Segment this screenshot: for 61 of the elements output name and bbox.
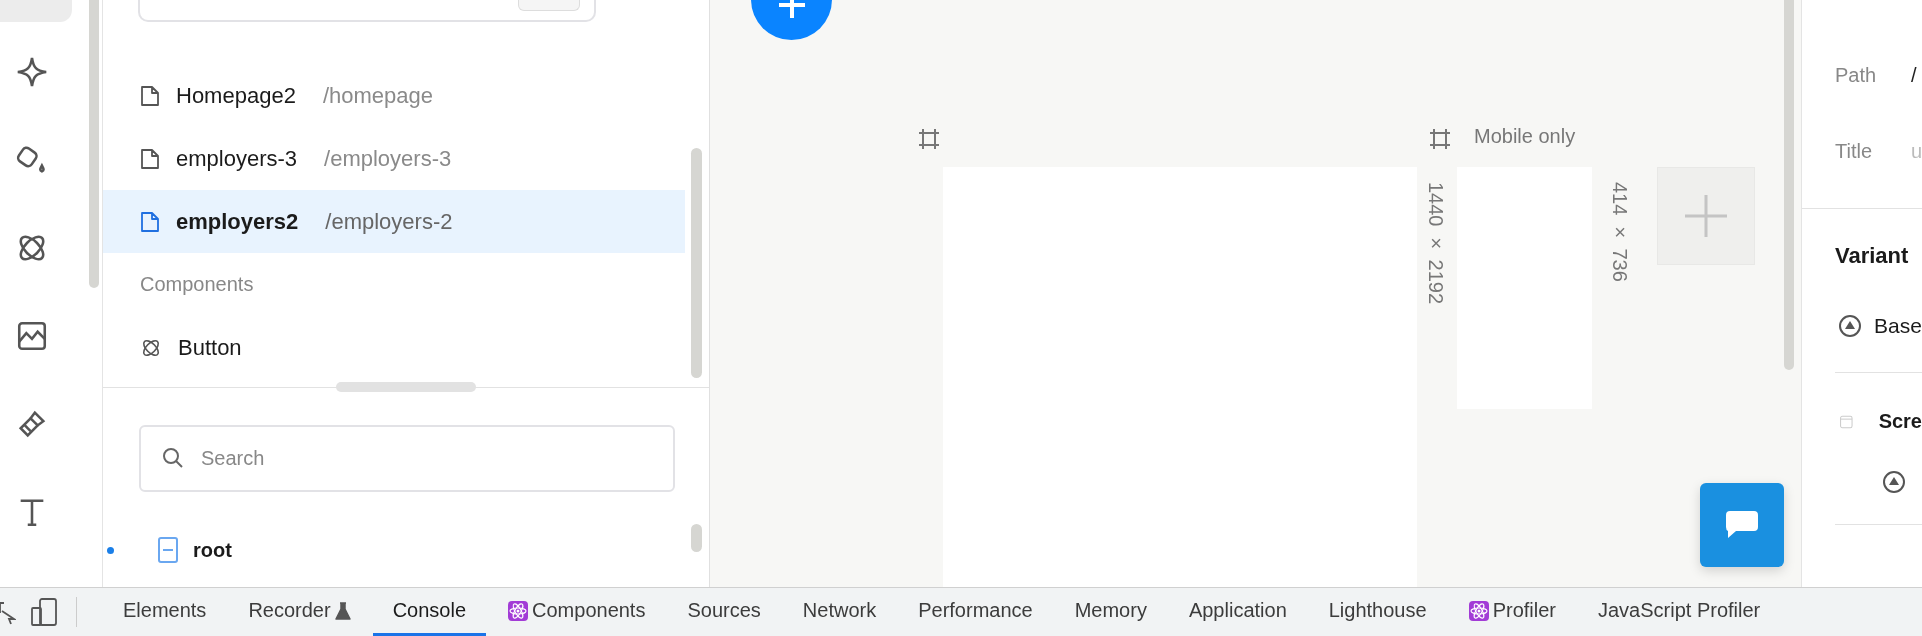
page-path: /employers-2 <box>325 208 453 235</box>
scrollbar[interactable] <box>691 148 702 378</box>
react-icon <box>1468 600 1489 621</box>
devtools-tab[interactable]: Profiler <box>1448 588 1576 636</box>
page-item[interactable]: employers2 /employers-2 <box>103 190 685 253</box>
page-icon <box>140 147 160 170</box>
devtools-tab[interactable]: Recorder <box>228 588 371 636</box>
section-heading: Variant <box>1834 243 1910 269</box>
page-path: /employers-3 <box>324 145 452 172</box>
device-icon[interactable] <box>30 597 60 627</box>
page-path: /homepage <box>322 82 433 109</box>
devtools-tab[interactable]: Network <box>782 588 897 636</box>
frame-icon[interactable] <box>1429 128 1451 150</box>
frame-label: Mobile only <box>1474 125 1576 148</box>
page-icon <box>140 210 160 233</box>
page-icon <box>140 84 160 107</box>
page-name: employers-3 <box>176 145 298 172</box>
devtools-tab[interactable]: Sources <box>667 588 781 636</box>
page-item[interactable]: Homepage2 /homepage <box>103 64 709 127</box>
devtools-tab[interactable]: Elements <box>103 588 227 636</box>
scrollbar[interactable] <box>89 0 99 288</box>
devtools-tab[interactable]: Performance <box>898 588 1053 636</box>
section-heading: Components <box>139 272 255 297</box>
sparkle-icon[interactable] <box>15 55 49 89</box>
tree-item[interactable]: root <box>103 534 709 566</box>
frame-icon[interactable] <box>918 128 940 150</box>
devtools-tab[interactable]: Memory <box>1054 588 1167 636</box>
search-field[interactable]: Search <box>139 425 675 492</box>
frame-size: 1440 × 2192 <box>1424 182 1447 305</box>
group-label: Scre <box>1878 410 1922 433</box>
component-item[interactable]: Button <box>103 316 709 379</box>
frame-icon <box>157 536 179 564</box>
page-item[interactable]: employers-3 /employers-3 <box>103 127 709 190</box>
beaker-icon <box>334 601 351 620</box>
frame-size: 414 × 736 <box>1608 182 1631 282</box>
field-label: Title <box>1835 139 1874 163</box>
filter-field[interactable] <box>138 0 596 22</box>
devtools-tab[interactable]: JavaScript Profiler <box>1578 588 1781 636</box>
scrollbar[interactable] <box>691 524 702 552</box>
resize-handle[interactable] <box>336 382 476 392</box>
field-label: Path <box>1835 63 1878 87</box>
field-value[interactable]: / <box>1911 63 1917 87</box>
field-button[interactable] <box>518 0 580 11</box>
component-name: Button <box>178 334 242 361</box>
tree-label: root <box>193 538 232 562</box>
react-icon <box>508 600 529 621</box>
devtools-tab[interactable]: Lighthouse <box>1308 588 1447 636</box>
chat-button[interactable] <box>1700 483 1784 567</box>
image-icon[interactable] <box>15 319 49 353</box>
scrollbar[interactable] <box>1784 0 1794 370</box>
search-icon <box>161 446 185 470</box>
page-name: Homepage2 <box>176 82 296 109</box>
variant-icon <box>1838 314 1862 338</box>
inspect-icon[interactable] <box>0 599 16 625</box>
devtools-tab[interactable]: Application <box>1168 588 1307 636</box>
plus-icon <box>1683 193 1729 239</box>
page-name: employers2 <box>176 208 299 235</box>
variant-label[interactable]: Base <box>1874 314 1922 338</box>
devtools-tab[interactable]: Components <box>488 588 666 636</box>
devtools-tab[interactable]: Console <box>372 588 487 636</box>
variant-icon <box>1882 470 1906 494</box>
